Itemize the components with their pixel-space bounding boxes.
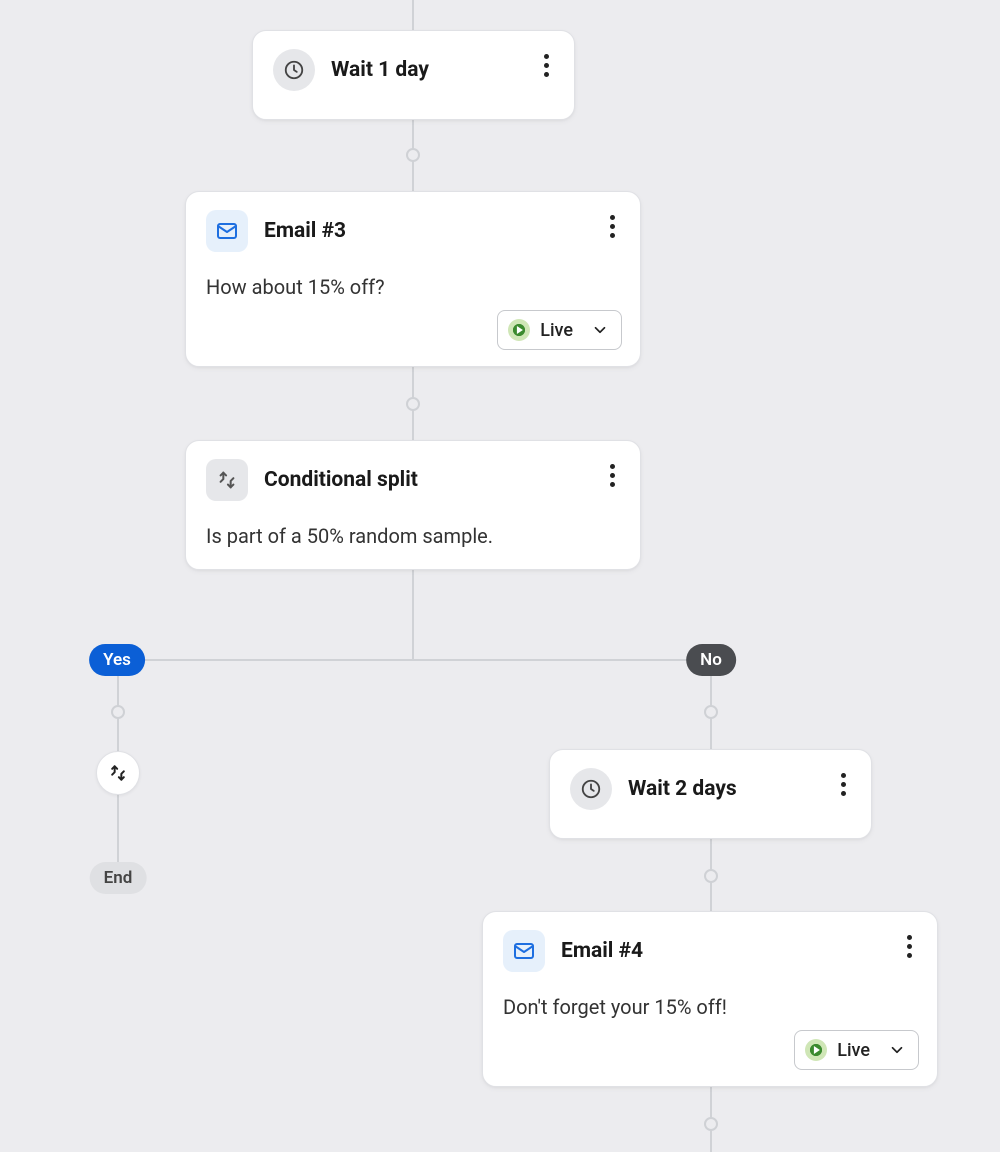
flow-joint <box>111 705 125 719</box>
node-menu-button[interactable] <box>598 459 626 491</box>
flow-joint <box>704 869 718 883</box>
flow-mini-split[interactable] <box>96 751 140 795</box>
status-select[interactable]: Live <box>497 310 622 350</box>
node-title: Email #4 <box>561 939 643 963</box>
status-label: Live <box>540 320 573 341</box>
node-title: Email #3 <box>264 219 346 243</box>
node-desc: How about 15% off? <box>206 274 620 300</box>
chevron-down-icon <box>591 321 609 339</box>
node-title: Wait 2 days <box>628 777 737 801</box>
branch-end: End <box>90 862 147 894</box>
node-title: Conditional split <box>264 468 418 492</box>
node-desc: Is part of a 50% random sample. <box>206 523 620 549</box>
flow-node-email[interactable]: Email #3 How about 15% off? Live <box>185 191 641 367</box>
branch-label-yes: Yes <box>89 644 145 676</box>
play-icon <box>805 1039 827 1061</box>
node-menu-button[interactable] <box>532 49 560 81</box>
flow-node-wait[interactable]: Wait 1 day <box>252 30 575 120</box>
clock-icon <box>273 49 315 91</box>
clock-icon <box>570 768 612 810</box>
node-title: Wait 1 day <box>331 58 429 82</box>
connector <box>117 659 712 661</box>
node-desc: Don't forget your 15% off! <box>503 994 917 1020</box>
flow-joint <box>406 148 420 162</box>
flow-joint <box>406 397 420 411</box>
flow-joint <box>704 1117 718 1131</box>
split-icon <box>206 459 248 501</box>
chevron-down-icon <box>888 1041 906 1059</box>
node-menu-button[interactable] <box>598 210 626 242</box>
status-select[interactable]: Live <box>794 1030 919 1070</box>
flow-joint <box>704 705 718 719</box>
node-menu-button[interactable] <box>829 768 857 800</box>
node-menu-button[interactable] <box>895 930 923 962</box>
mail-icon <box>503 930 545 972</box>
play-icon <box>508 319 530 341</box>
status-label: Live <box>837 1040 870 1061</box>
flow-node-email[interactable]: Email #4 Don't forget your 15% off! Live <box>482 911 938 1087</box>
flow-canvas: Wait 1 day Email #3 How about 15% off? L… <box>0 0 1000 1152</box>
mail-icon <box>206 210 248 252</box>
flow-node-wait[interactable]: Wait 2 days <box>549 749 872 839</box>
flow-node-split[interactable]: Conditional split Is part of a 50% rando… <box>185 440 641 570</box>
branch-label-no: No <box>686 644 736 676</box>
